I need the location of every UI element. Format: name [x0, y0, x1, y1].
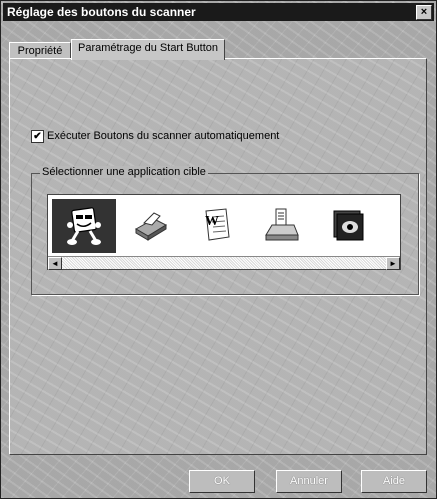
title-bar[interactable]: Réglage des boutons du scanner ×: [3, 3, 434, 21]
scanner-buttons-dialog: Réglage des boutons du scanner × Proprié…: [0, 0, 437, 499]
app-item-word[interactable]: W: [184, 199, 248, 253]
group-label: Sélectionner une application cible: [40, 166, 208, 178]
tab-label: Propriété: [17, 45, 63, 57]
auto-scan-checkbox[interactable]: ✔: [31, 130, 44, 143]
app-item-scanner-mascot[interactable]: [52, 199, 116, 253]
tab-panel: ✔ Exécuter Boutons du scanner automatiqu…: [9, 58, 427, 455]
close-icon: ×: [420, 6, 428, 18]
app-item-printer[interactable]: [118, 199, 182, 253]
svg-text:W: W: [205, 214, 219, 229]
fax-machine-icon: [265, 208, 299, 241]
arrow-right-icon: ►: [389, 259, 397, 268]
ok-button[interactable]: OK: [189, 470, 255, 493]
arrow-left-icon: ◄: [51, 259, 59, 268]
application-list[interactable]: W ◄ ►: [47, 194, 401, 270]
scroll-right-button[interactable]: ►: [386, 257, 400, 270]
scanner-mascot-icon: [67, 207, 101, 245]
scroll-left-button[interactable]: ◄: [48, 257, 62, 270]
target-application-group: Sélectionner une application cible W ◄ ►: [31, 166, 419, 295]
tab-start-button-settings[interactable]: Paramétrage du Start Button: [71, 39, 225, 60]
close-button[interactable]: ×: [416, 5, 432, 20]
window-title: Réglage des boutons du scanner: [7, 5, 196, 19]
word-document-icon: W: [205, 208, 230, 241]
tab-label: Paramétrage du Start Button: [77, 42, 219, 54]
app-item-fax[interactable]: [250, 199, 314, 253]
image-viewer-icon: [333, 210, 364, 241]
cancel-button[interactable]: Annuler: [276, 470, 342, 493]
help-button[interactable]: Aide: [361, 470, 427, 493]
app-item-image-viewer[interactable]: [316, 199, 380, 253]
horizontal-scrollbar[interactable]: ◄ ►: [48, 256, 400, 270]
printer-icon: [134, 212, 168, 241]
check-mark-icon: ✔: [33, 131, 42, 142]
auto-scan-label: Exécuter Boutons du scanner automatiquem…: [47, 130, 280, 142]
